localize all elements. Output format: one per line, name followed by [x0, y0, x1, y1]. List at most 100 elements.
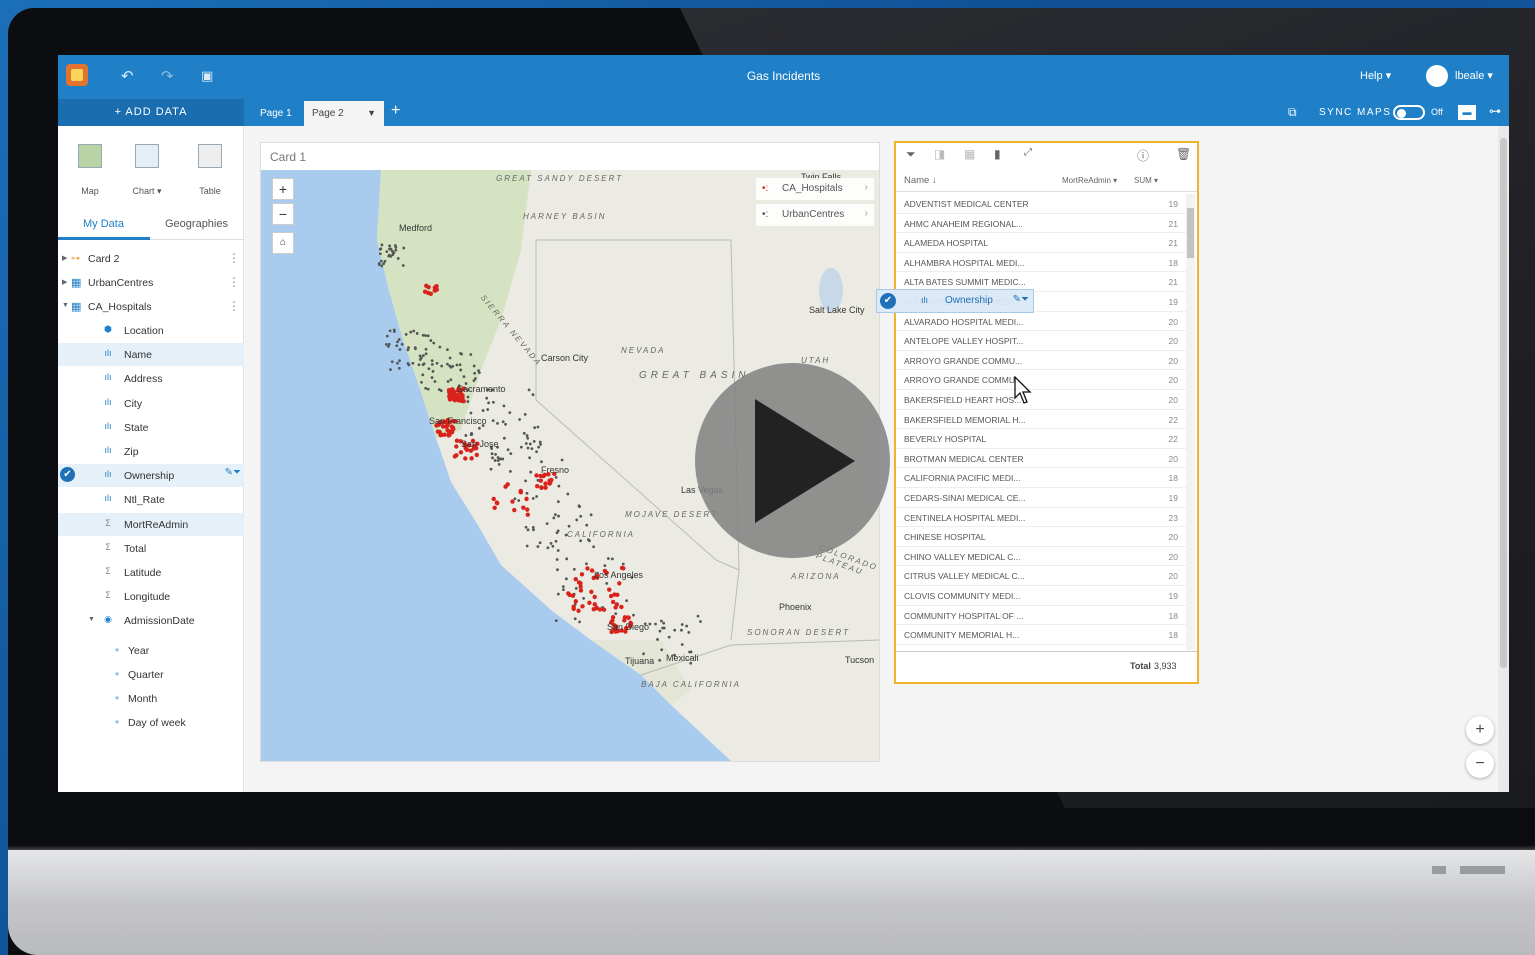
- flip-card-icon[interactable]: ◨: [934, 147, 945, 161]
- field-row[interactable]: ılı State: [58, 416, 244, 439]
- add-data-button[interactable]: + ADD DATA: [58, 99, 244, 126]
- field-row[interactable]: ılı City: [58, 392, 244, 415]
- table-row[interactable]: ALAMEDA HOSPITAL 21: [896, 233, 1186, 253]
- column-name-header[interactable]: Name ↓: [904, 175, 937, 186]
- field-row[interactable]: ılı Ntl_Rate: [58, 488, 244, 511]
- home-icon[interactable]: ⌂: [272, 232, 294, 254]
- table-card[interactable]: ⏷ ◨ ▦ ▮ ⤢ ⓘ 🗑 Name ↓ MortReAdmin ▾ SUM ▾…: [894, 141, 1199, 684]
- play-button[interactable]: [695, 363, 890, 558]
- table-row[interactable]: AHMC ANAHEIM REGIONAL... 21: [896, 214, 1186, 234]
- field-row[interactable]: ılı Zip: [58, 440, 244, 463]
- table-row[interactable]: ALHAMBRA HOSPITAL MEDI... 18: [896, 253, 1186, 273]
- page-zoom-out-button[interactable]: −: [1466, 750, 1494, 778]
- tab-my-data[interactable]: My Data: [83, 218, 124, 230]
- page-zoom-in-button[interactable]: +: [1466, 716, 1494, 744]
- tab-page-1[interactable]: Page 1: [252, 101, 300, 126]
- date-part-label: Month: [128, 693, 158, 705]
- edit-filter-icon[interactable]: ✎⏷: [225, 467, 241, 478]
- info-icon[interactable]: ⓘ: [1137, 147, 1149, 164]
- tab-page-2[interactable]: Page 2 ▼: [304, 101, 384, 126]
- table-row[interactable]: ARROYO GRANDE COMMU... 20: [896, 351, 1186, 371]
- date-part-row[interactable]: • Year: [58, 639, 244, 662]
- help-menu[interactable]: Help ▾: [1360, 69, 1391, 82]
- chevron-down-icon[interactable]: ▼: [367, 101, 376, 126]
- chart-viz-button[interactable]: Chart ▾: [127, 144, 167, 197]
- table-row[interactable]: BROTMAN MEDICAL CENTER 20: [896, 449, 1186, 469]
- map-point: [496, 422, 499, 425]
- table-row[interactable]: ADVENTIST MEDICAL CENTER 19: [896, 194, 1186, 214]
- table-viz-button[interactable]: Table: [190, 144, 230, 196]
- table-scrollbar[interactable]: [1186, 194, 1195, 650]
- tab-geographies[interactable]: Geographies: [165, 218, 228, 230]
- field-row[interactable]: Σ Total: [58, 537, 244, 560]
- field-row[interactable]: ılı Address: [58, 367, 244, 390]
- maximize-icon[interactable]: ⤢: [1024, 147, 1032, 158]
- date-part-row[interactable]: • Day of week: [58, 711, 244, 734]
- add-page-button[interactable]: +: [391, 102, 400, 120]
- table-row[interactable]: COMMUNITY MEMORIAL H... 18: [896, 625, 1186, 645]
- field-row[interactable]: Σ Longitude: [58, 585, 244, 608]
- expand-icon[interactable]: ▶: [62, 254, 67, 262]
- more-icon[interactable]: ⋮: [228, 275, 240, 289]
- chevron-right-icon[interactable]: ›: [865, 208, 868, 219]
- legend-ca-hospitals[interactable]: •: CA_Hospitals ›: [756, 178, 874, 200]
- collapse-icon[interactable]: ▼: [88, 616, 95, 623]
- map-viz-button[interactable]: Map: [70, 144, 110, 196]
- filter-icon[interactable]: ⏷: [906, 147, 916, 162]
- column-value-header[interactable]: MortReAdmin ▾: [1062, 176, 1117, 185]
- table-row[interactable]: ARROYO GRANDE COMMU... 20: [896, 370, 1186, 390]
- field-row[interactable]: ▼ ◉ AdmissionDate: [58, 609, 244, 632]
- field-row[interactable]: ✔ ✎⏷ ılı Ownership: [58, 464, 244, 488]
- field-row[interactable]: Σ MortReAdmin: [58, 512, 244, 536]
- statistic-dropdown[interactable]: SUM ▾: [1134, 176, 1158, 185]
- edit-filter-icon[interactable]: ✎⏷: [1013, 294, 1029, 305]
- dataset-ca-hospitals[interactable]: ▼ ▦ CA_Hospitals ⋮: [58, 295, 244, 318]
- chevron-right-icon[interactable]: ›: [865, 182, 868, 193]
- table-row[interactable]: CLOVIS COMMUNITY MEDI... 19: [896, 586, 1186, 606]
- table-row[interactable]: ALVARADO HOSPITAL MEDI... 20: [896, 312, 1186, 332]
- sync-maps-toggle[interactable]: [1393, 105, 1425, 120]
- user-menu[interactable]: lbeale ▾: [1455, 69, 1493, 82]
- map-zoom-in-button[interactable]: +: [272, 178, 294, 200]
- dragged-field-chip[interactable]: ✔ ılı Ownership ✎⏷: [876, 289, 1034, 313]
- avatar[interactable]: [1426, 65, 1448, 87]
- scrollbar-thumb[interactable]: [1187, 208, 1194, 258]
- table-row[interactable]: BEVERLY HOSPITAL 22: [896, 429, 1186, 449]
- cell-value: 20: [1168, 453, 1178, 464]
- more-icon[interactable]: ⋮: [228, 251, 240, 265]
- table-row[interactable]: ANTELOPE VALLEY HOSPIT... 20: [896, 331, 1186, 351]
- table-row[interactable]: CENTINELA HOSPITAL MEDI... 23: [896, 508, 1186, 528]
- more-icon[interactable]: ⋮: [228, 299, 240, 313]
- legend-urbancentres[interactable]: •: UrbanCentres ›: [756, 204, 874, 226]
- dataset-card-2[interactable]: ▶ ⊶ Card 2 ⋮: [58, 247, 244, 270]
- field-row[interactable]: Σ Latitude: [58, 561, 244, 584]
- share-icon[interactable]: ⊶: [1489, 104, 1501, 118]
- map-zoom-out-button[interactable]: −: [272, 203, 294, 225]
- expand-icon[interactable]: ▶: [62, 278, 67, 286]
- date-part-row[interactable]: • Month: [58, 687, 244, 710]
- dataset-urbancentres[interactable]: ▶ ▦ UrbanCentres ⋮: [58, 271, 244, 294]
- page-scrollbar[interactable]: [1498, 126, 1509, 792]
- layout-icon[interactable]: ▬: [1458, 105, 1476, 120]
- map-point: [518, 418, 521, 421]
- table-row[interactable]: CALIFORNIA PACIFIC MEDI... 18: [896, 468, 1186, 488]
- field-row[interactable]: ⬢ Location: [58, 319, 244, 342]
- bar-chart-icon[interactable]: ▮: [994, 147, 1001, 161]
- table-row[interactable]: BAKERSFIELD MEMORIAL H... 22: [896, 410, 1186, 430]
- map-point: [554, 539, 558, 543]
- delete-icon[interactable]: 🗑: [1176, 147, 1191, 161]
- collapse-icon[interactable]: ▼: [62, 302, 69, 309]
- scrollbar-thumb[interactable]: [1500, 138, 1507, 668]
- table-row[interactable]: CHINESE HOSPITAL 20: [896, 527, 1186, 547]
- table-row[interactable]: BAKERSFIELD HEART HOS... 20: [896, 390, 1186, 410]
- cell-name: ALVARADO HOSPITAL MEDI...: [904, 316, 1024, 327]
- field-row[interactable]: ılı Name: [58, 343, 244, 367]
- copy-icon[interactable]: ⧉: [1288, 105, 1297, 120]
- date-part-row[interactable]: • Quarter: [58, 663, 244, 686]
- field-label: Latitude: [124, 567, 162, 579]
- table-row[interactable]: CITRUS VALLEY MEDICAL C... 20: [896, 566, 1186, 586]
- table-row[interactable]: CEDARS-SINAI MEDICAL CE... 19: [896, 488, 1186, 508]
- table-row[interactable]: CHINO VALLEY MEDICAL C... 20: [896, 547, 1186, 567]
- table-row[interactable]: COMMUNITY HOSPITAL OF ... 18: [896, 606, 1186, 626]
- visualization-type-icon[interactable]: ▦: [964, 147, 975, 161]
